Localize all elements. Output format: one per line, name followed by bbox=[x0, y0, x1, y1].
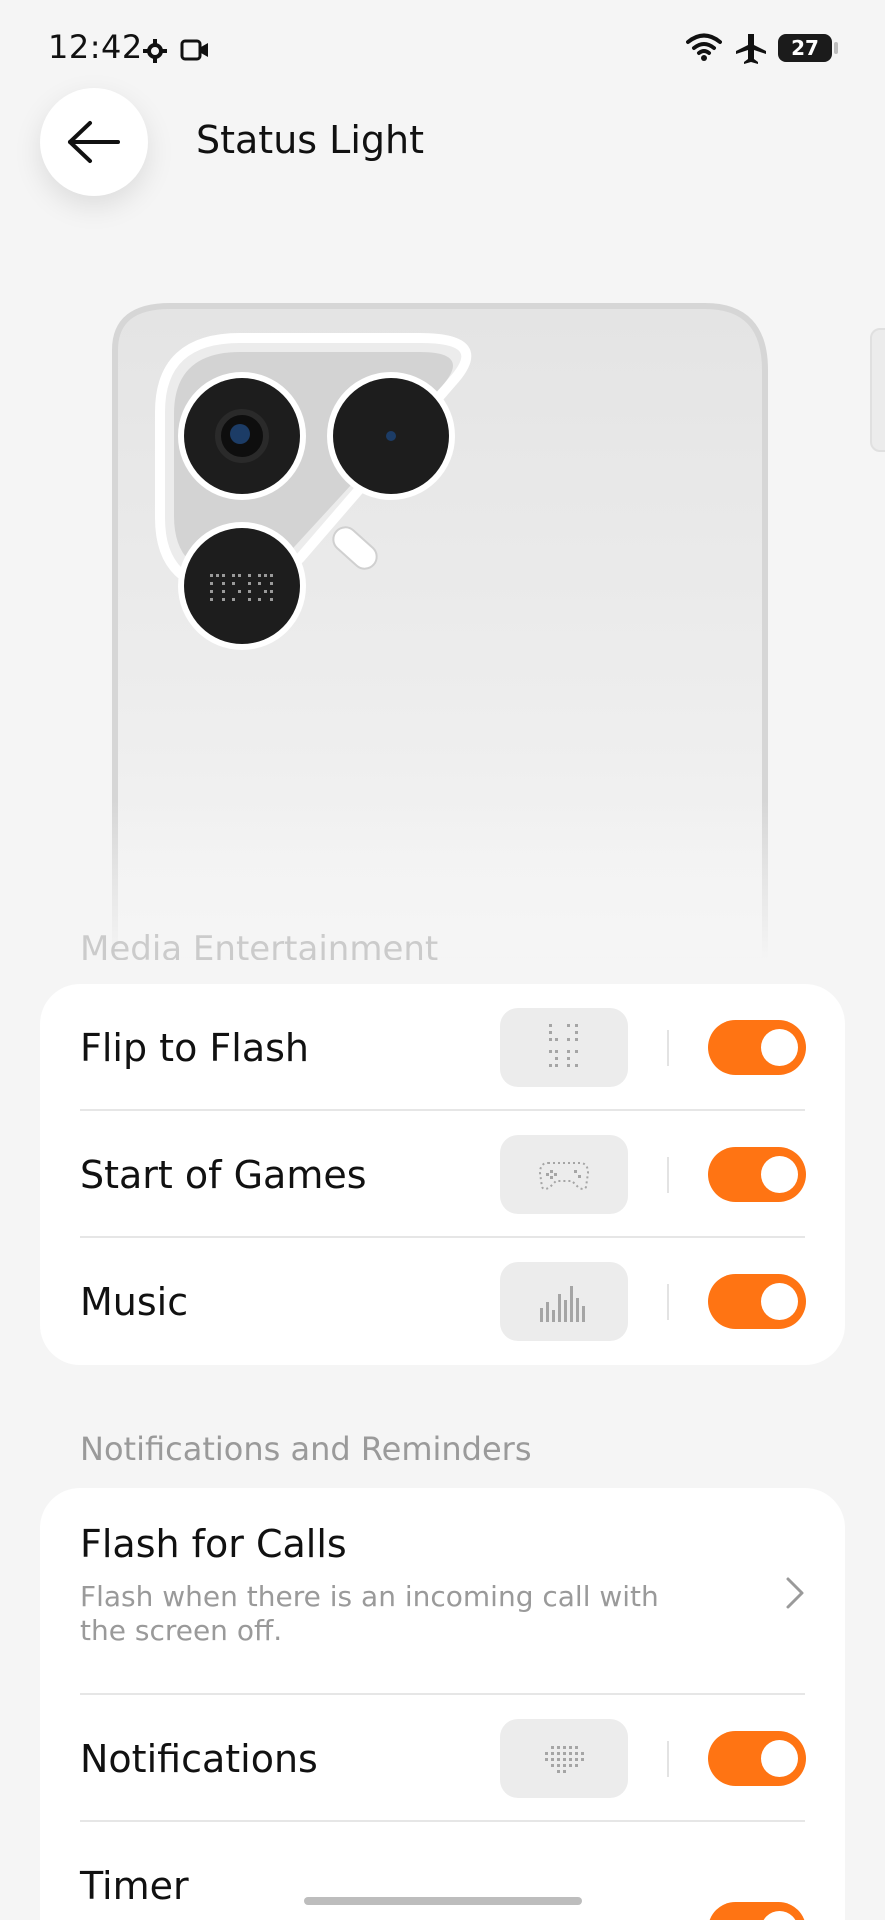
wifi-icon bbox=[686, 33, 722, 61]
preview-button[interactable] bbox=[500, 1008, 628, 1087]
flip-to-flash-toggle[interactable] bbox=[708, 1020, 806, 1075]
toggle-knob bbox=[761, 1029, 798, 1066]
arrow-left-icon bbox=[68, 121, 120, 163]
status-time: 12:42 bbox=[48, 28, 143, 66]
vertical-separator bbox=[667, 1030, 669, 1066]
vertical-separator bbox=[667, 1157, 669, 1193]
flash-for-calls-row[interactable]: Flash for Calls Flash when there is an i… bbox=[40, 1488, 845, 1695]
section-label-notifications: Notifications and Reminders bbox=[80, 1430, 532, 1468]
chevron-right-icon bbox=[786, 1577, 804, 1609]
setting-row-start-of-games: Start of Games bbox=[40, 1111, 845, 1238]
status-bar: 12:42 27 bbox=[0, 0, 885, 100]
glyph-pattern-icon bbox=[549, 1023, 578, 1067]
flash-for-calls-title: Flash for Calls bbox=[80, 1522, 347, 1566]
setting-row-flip-to-flash: Flip to Flash bbox=[40, 984, 845, 1111]
notifications-card: Flash for Calls Flash when there is an i… bbox=[40, 1488, 845, 1920]
setting-label: Timer bbox=[80, 1863, 189, 1908]
battery-tip bbox=[834, 42, 838, 54]
notifications-toggle[interactable] bbox=[708, 1731, 806, 1786]
gamepad-dots-icon bbox=[538, 1161, 590, 1190]
timer-toggle[interactable] bbox=[708, 1902, 806, 1920]
toggle-knob bbox=[761, 1740, 798, 1777]
side-tab bbox=[870, 328, 885, 452]
preview-button[interactable] bbox=[500, 1719, 628, 1798]
battery-icon: 27 bbox=[778, 34, 832, 62]
media-card: Flip to Flash Start of Games Music bbox=[40, 984, 845, 1365]
gear-icon bbox=[143, 39, 167, 63]
start-of-games-toggle[interactable] bbox=[708, 1147, 806, 1202]
toggle-knob bbox=[761, 1911, 798, 1920]
video-icon bbox=[180, 39, 208, 61]
setting-row-notifications: Notifications bbox=[40, 1695, 845, 1822]
vertical-separator bbox=[667, 1284, 669, 1320]
setting-label: Start of Games bbox=[80, 1152, 367, 1197]
home-indicator[interactable] bbox=[304, 1897, 582, 1905]
vertical-separator bbox=[667, 1741, 669, 1777]
battery-level: 27 bbox=[791, 36, 819, 60]
bubble-dots-icon bbox=[545, 1745, 584, 1773]
setting-label: Music bbox=[80, 1279, 189, 1324]
toggle-knob bbox=[761, 1156, 798, 1193]
equalizer-dots-icon bbox=[540, 1285, 585, 1322]
page-title: Status Light bbox=[196, 118, 424, 162]
preview-button[interactable] bbox=[500, 1135, 628, 1214]
phone-back-illustration bbox=[0, 303, 885, 960]
toggle-knob bbox=[761, 1283, 798, 1320]
music-toggle[interactable] bbox=[708, 1274, 806, 1329]
preview-button[interactable] bbox=[500, 1262, 628, 1341]
flash-for-calls-description: Flash when there is an incoming call wit… bbox=[80, 1580, 659, 1647]
setting-label: Notifications bbox=[80, 1736, 318, 1781]
section-label-media: Media Entertainment bbox=[80, 929, 439, 960]
setting-label: Flip to Flash bbox=[80, 1025, 309, 1070]
back-button[interactable] bbox=[40, 88, 148, 196]
airplane-icon bbox=[736, 34, 766, 64]
setting-row-timer: Timer bbox=[40, 1822, 845, 1920]
status-light-screen: 12:42 27 Status Light Media Entertainmen… bbox=[0, 0, 885, 1920]
setting-row-music: Music bbox=[40, 1238, 845, 1365]
